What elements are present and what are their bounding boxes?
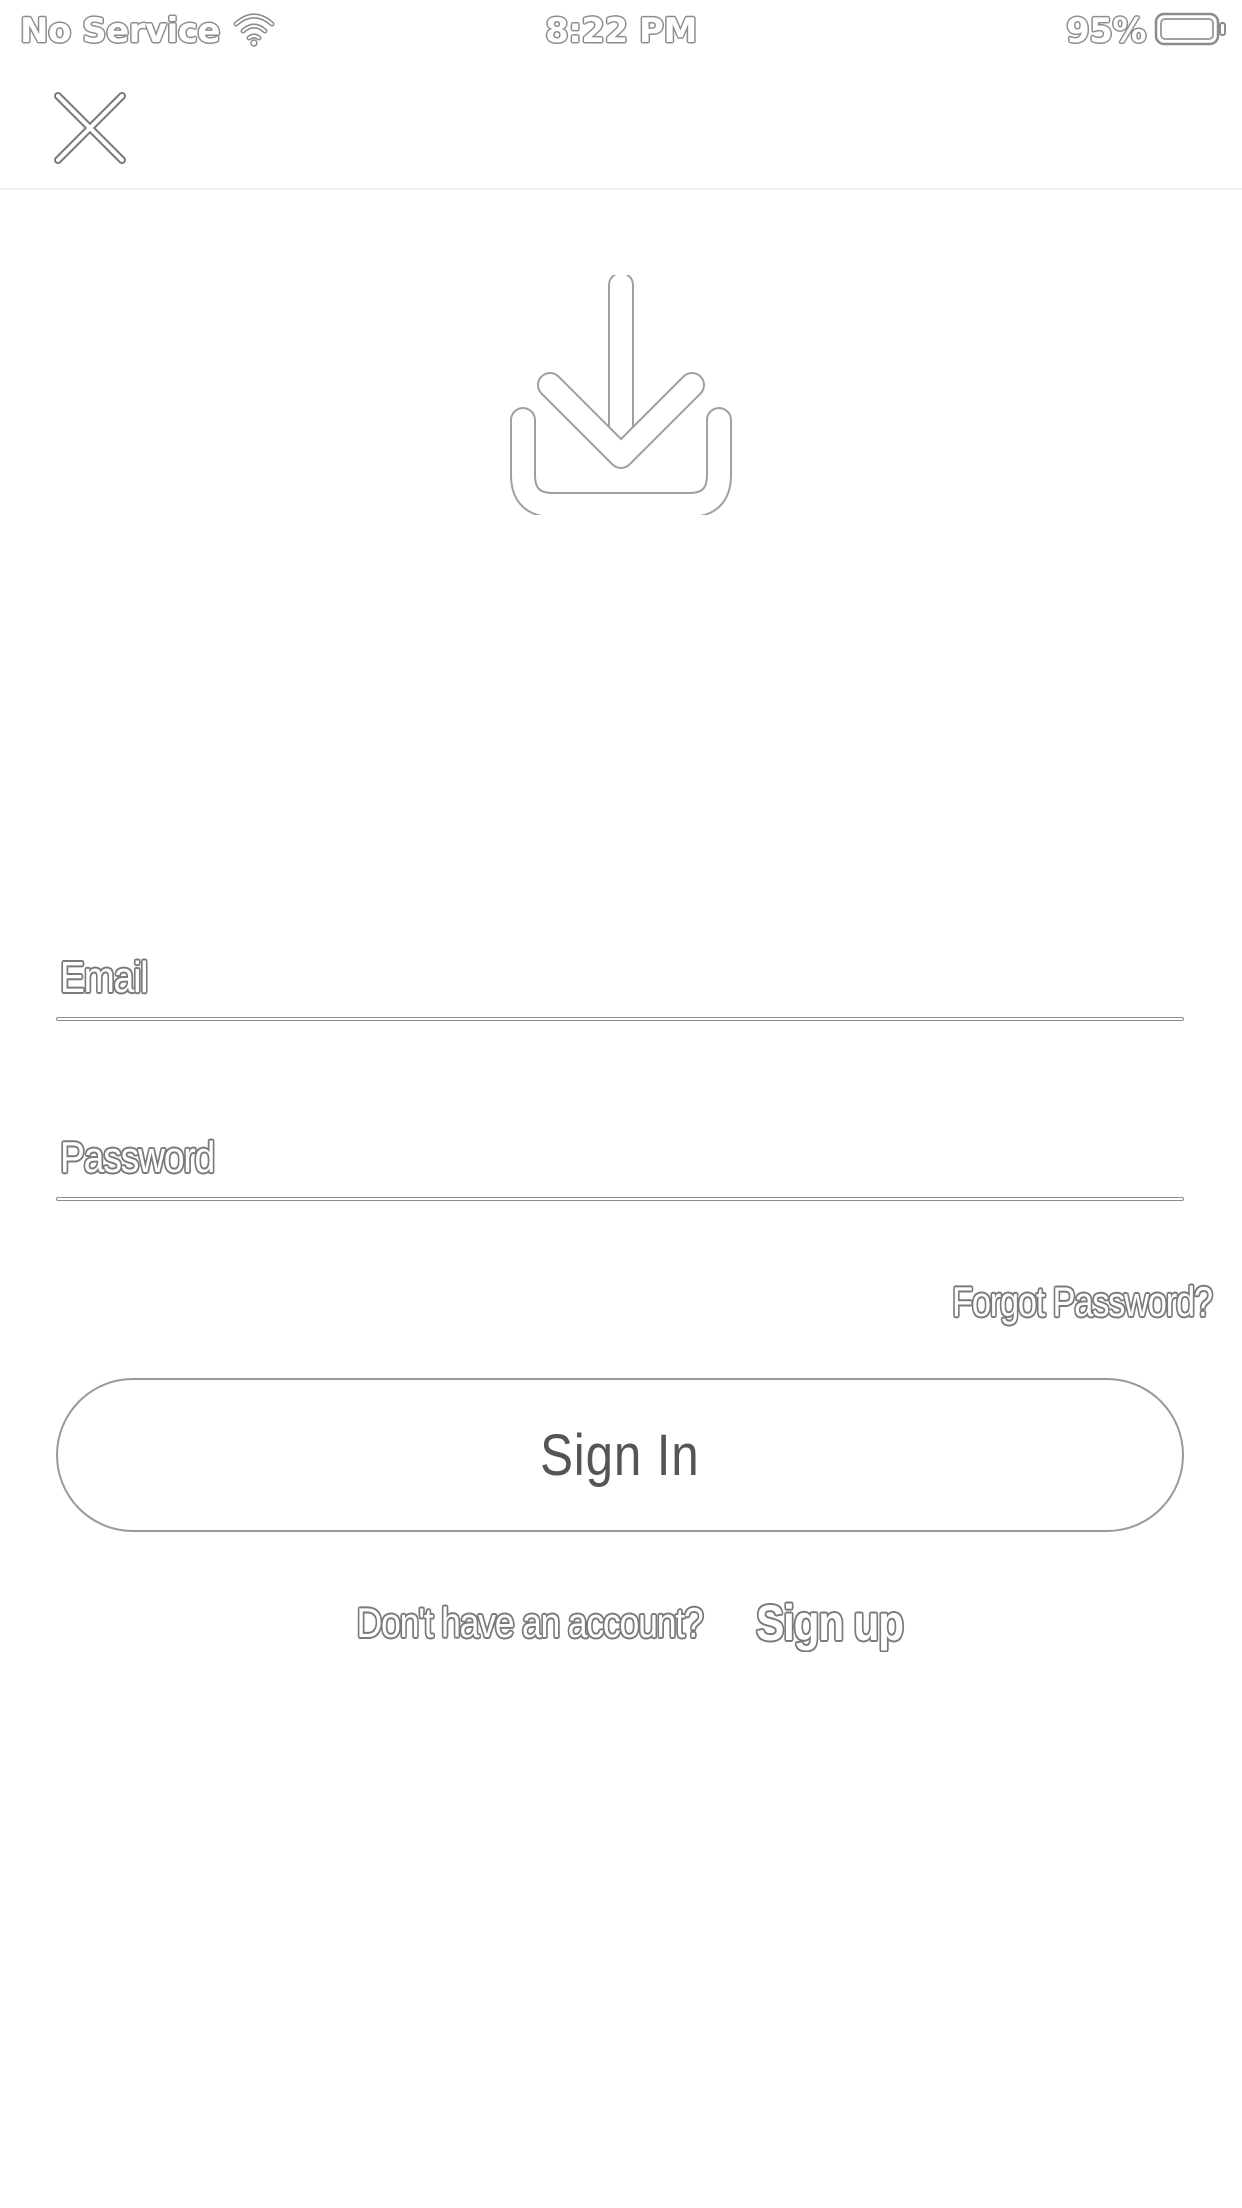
sign-in-label: Sign In [540,1422,700,1488]
sign-in-button[interactable]: Sign In [56,1378,1184,1532]
email-placeholder: Email [60,953,148,1002]
password-underline [56,1197,1184,1201]
signup-prompt: Don't have an account? [356,1599,704,1646]
status-bar: No Service 8:22 PM 95% [0,0,1242,60]
battery-percent: 95% [1066,11,1146,51]
close-icon [54,92,126,164]
close-button[interactable] [50,88,130,168]
email-field[interactable]: Email [56,945,1184,1025]
nav-bar [0,60,1242,190]
email-underline [56,1017,1184,1021]
download-tray-icon [510,272,732,518]
status-right: 95% [1066,6,1228,56]
status-time: 8:22 PM [545,11,697,51]
password-field[interactable]: Password [56,1125,1184,1205]
battery-icon [1154,11,1228,51]
password-placeholder: Password [60,1133,215,1182]
signup-row: Don't have an account? Sign up [0,1588,1242,1658]
app-logo [510,272,732,518]
forgot-password-link[interactable]: Forgot Password? [952,1278,1213,1326]
sign-up-link[interactable]: Sign up [756,1594,904,1652]
